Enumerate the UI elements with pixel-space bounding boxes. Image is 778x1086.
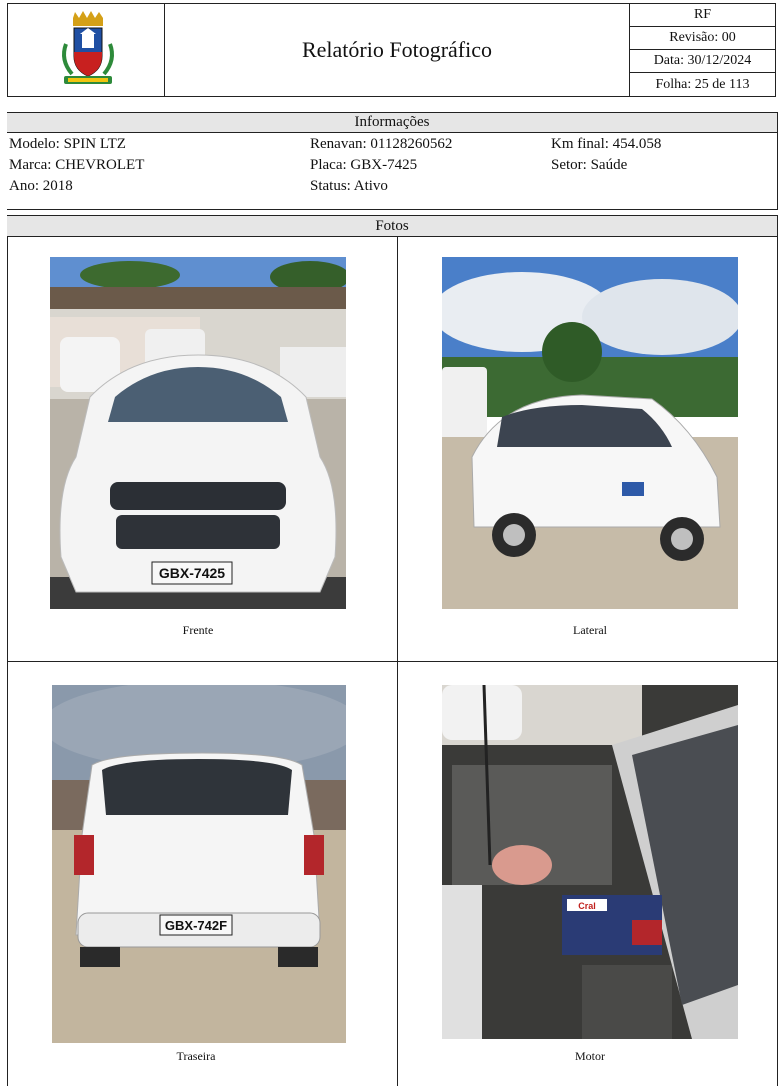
document-meta: RF Revisão: 00 Data: 30/12/2024 Folha: 2… xyxy=(630,4,775,96)
photo-engine: Cral xyxy=(442,685,738,1039)
rear-plate-text: GBX-742F xyxy=(165,918,227,933)
vehicle-brand: Marca: CHEVROLET xyxy=(9,157,145,173)
sheet-number: Folha: 25 de 113 xyxy=(655,76,750,92)
photo-front: GBX-7425 xyxy=(50,257,346,609)
vehicle-plate: Placa: GBX-7425 xyxy=(310,157,418,173)
municipal-coat-of-arms-icon xyxy=(62,11,114,84)
vehicle-km: Km final: 454.058 xyxy=(551,136,662,152)
vehicle-status: Status: Ativo xyxy=(310,178,388,194)
document-code: RF xyxy=(630,4,775,27)
photo-side-caption: Lateral xyxy=(573,623,607,637)
front-plate-text: GBX-7425 xyxy=(159,565,225,581)
photo-grid: GBX-7425 Frente Lateral GBX-742F Traseir… xyxy=(7,237,778,1086)
battery-brand-text: Cral xyxy=(578,901,596,911)
vehicle-year: Ano: 2018 xyxy=(9,178,73,194)
info-row: Marca: CHEVROLET Placa: GBX-7425 Setor: … xyxy=(7,155,777,176)
photo-rear: GBX-742F xyxy=(52,685,346,1043)
photo-engine-caption: Motor xyxy=(575,1049,605,1063)
photo-front-caption: Frente xyxy=(182,623,214,637)
logo-cell xyxy=(8,4,165,96)
photos-section-title: Fotos xyxy=(7,215,778,237)
vehicle-info-section: Informações Modelo: SPIN LTZ Renavan: 01… xyxy=(7,112,778,210)
document-date: Data: 30/12/2024 xyxy=(630,50,775,73)
grid-divider-horizontal xyxy=(8,661,778,662)
report-title: Relatório Fotográfico xyxy=(165,4,630,96)
vehicle-renavan: Renavan: 01128260562 xyxy=(310,136,453,152)
vehicle-model: Modelo: SPIN LTZ xyxy=(9,136,126,152)
vehicle-sector: Setor: Saúde xyxy=(551,157,628,173)
info-section-title: Informações xyxy=(7,113,777,133)
info-row: Ano: 2018 Status: Ativo xyxy=(7,176,777,197)
photo-side xyxy=(442,257,738,609)
document-header: Relatório Fotográfico RF Revisão: 00 Dat… xyxy=(7,3,776,97)
photo-rear-caption: Traseira xyxy=(176,1049,216,1063)
revision-number: Revisão: 00 xyxy=(630,27,775,50)
info-row: Modelo: SPIN LTZ Renavan: 01128260562 Km… xyxy=(7,134,777,155)
